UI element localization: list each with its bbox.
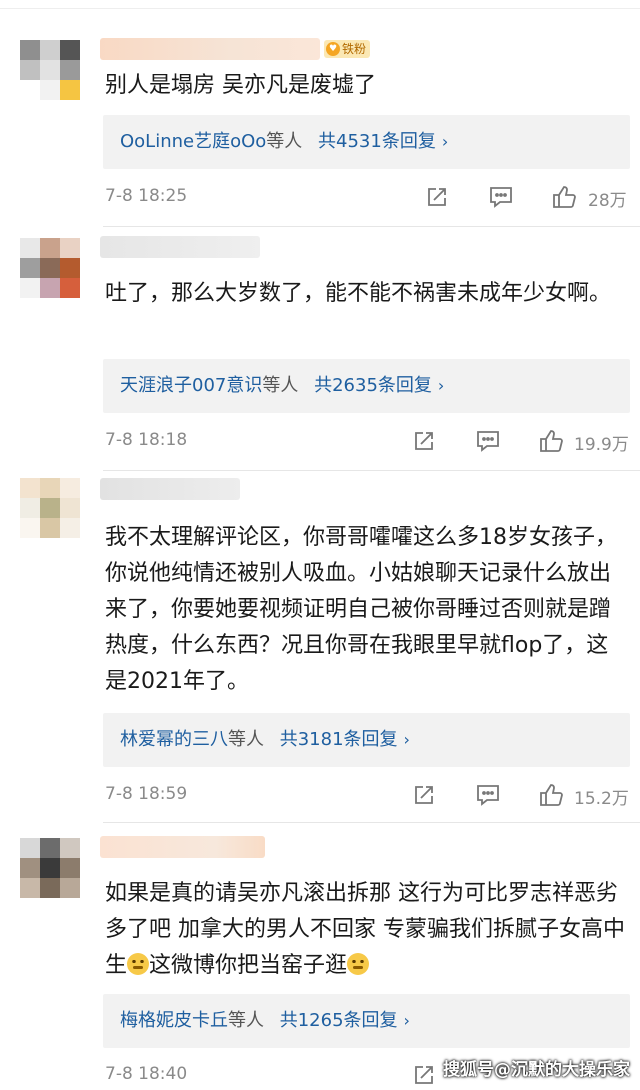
top-divider <box>0 8 640 9</box>
comment-time: 7-8 18:59 <box>105 784 188 804</box>
repost-icon[interactable] <box>422 182 452 212</box>
reply-count[interactable]: 共4531条回复 <box>318 131 436 152</box>
comment-text: 如果是真的请吴亦凡滚出拆那 这行为可比罗志祥恶劣多了吧 加拿大的男人不回家 专蒙… <box>105 876 625 984</box>
reply-etc: 等人 <box>228 729 264 750</box>
chevron-right-icon: › <box>441 132 449 151</box>
thumbs-up-icon[interactable] <box>549 182 579 212</box>
watermark: 搜狐号@沉默的大操乐家 <box>443 1060 630 1080</box>
chevron-right-icon: › <box>403 730 410 749</box>
fan-badge: ♥ 铁粉 <box>324 40 371 58</box>
avatar[interactable] <box>20 238 80 298</box>
comment-text: 我不太理解评论区，你哥哥嚯嚯这么多18岁女孩子，你说他纯情还被别人吸血。小姑娘聊… <box>105 525 617 694</box>
reply-user[interactable]: 林爱幂的三八 <box>120 729 228 750</box>
comment-divider <box>103 822 640 823</box>
comment-time: 7-8 18:18 <box>105 430 188 450</box>
repost-icon[interactable] <box>409 780 439 810</box>
comment-icon[interactable] <box>473 426 503 456</box>
reply-user[interactable]: OoLinne艺庭oOo <box>120 131 266 152</box>
chevron-right-icon: › <box>403 1011 410 1030</box>
thumbs-up-icon[interactable] <box>536 780 566 810</box>
comment-text-tail: 这微博你把当窑子逛 <box>149 953 348 978</box>
username-blurred[interactable] <box>100 836 265 858</box>
comment-icon[interactable] <box>486 182 516 212</box>
avatar[interactable] <box>20 838 80 898</box>
fan-badge-icon: ♥ <box>326 42 340 56</box>
comment-icon[interactable] <box>473 780 503 810</box>
username-blurred[interactable] <box>100 38 320 60</box>
username-blurred[interactable] <box>100 236 260 258</box>
comment-text: 别人是塌房 吴亦凡是废墟了 <box>105 73 376 98</box>
reply-etc: 等人 <box>228 1010 264 1031</box>
like-count: 15.2万 <box>574 789 629 809</box>
reply-count[interactable]: 共3181条回复 <box>280 729 398 750</box>
reply-etc: 等人 <box>266 131 303 152</box>
fan-badge-label: 铁粉 <box>342 42 367 56</box>
like-count: 19.9万 <box>574 435 629 455</box>
reply-summary[interactable]: 林爱幂的三八等人 共3181条回复 › <box>103 713 630 767</box>
repost-icon[interactable] <box>409 426 439 456</box>
chevron-right-icon: › <box>437 376 445 395</box>
comment-divider <box>103 470 640 471</box>
thinking-face-emoji-icon <box>347 953 370 975</box>
repost-icon[interactable] <box>409 1060 439 1090</box>
reply-summary[interactable]: OoLinne艺庭oOo等人 共4531条回复 › <box>103 115 630 169</box>
reply-summary[interactable]: 天涯浪子007意识等人 共2635条回复 › <box>103 359 630 413</box>
avatar[interactable] <box>20 40 80 100</box>
reply-user[interactable]: 天涯浪子007意识 <box>120 375 262 396</box>
avatar[interactable] <box>20 478 80 538</box>
thumbs-up-icon[interactable] <box>536 426 566 456</box>
comment-time: 7-8 18:25 <box>105 186 188 206</box>
reply-user[interactable]: 梅格妮皮卡丘 <box>120 1010 228 1031</box>
reply-summary[interactable]: 梅格妮皮卡丘等人 共1265条回复 › <box>103 994 630 1048</box>
reply-count[interactable]: 共1265条回复 <box>280 1010 398 1031</box>
username-blurred[interactable] <box>100 478 240 500</box>
reply-count[interactable]: 共2635条回复 <box>314 375 432 396</box>
thinking-face-emoji-icon <box>127 953 150 975</box>
like-count: 28万 <box>588 191 627 211</box>
reply-etc: 等人 <box>262 375 299 396</box>
comment-time: 7-8 18:40 <box>105 1064 188 1084</box>
comment-text: 吐了，那么大岁数了，能不能不祸害未成年少女啊。 <box>105 281 612 306</box>
comment-divider <box>103 226 640 227</box>
